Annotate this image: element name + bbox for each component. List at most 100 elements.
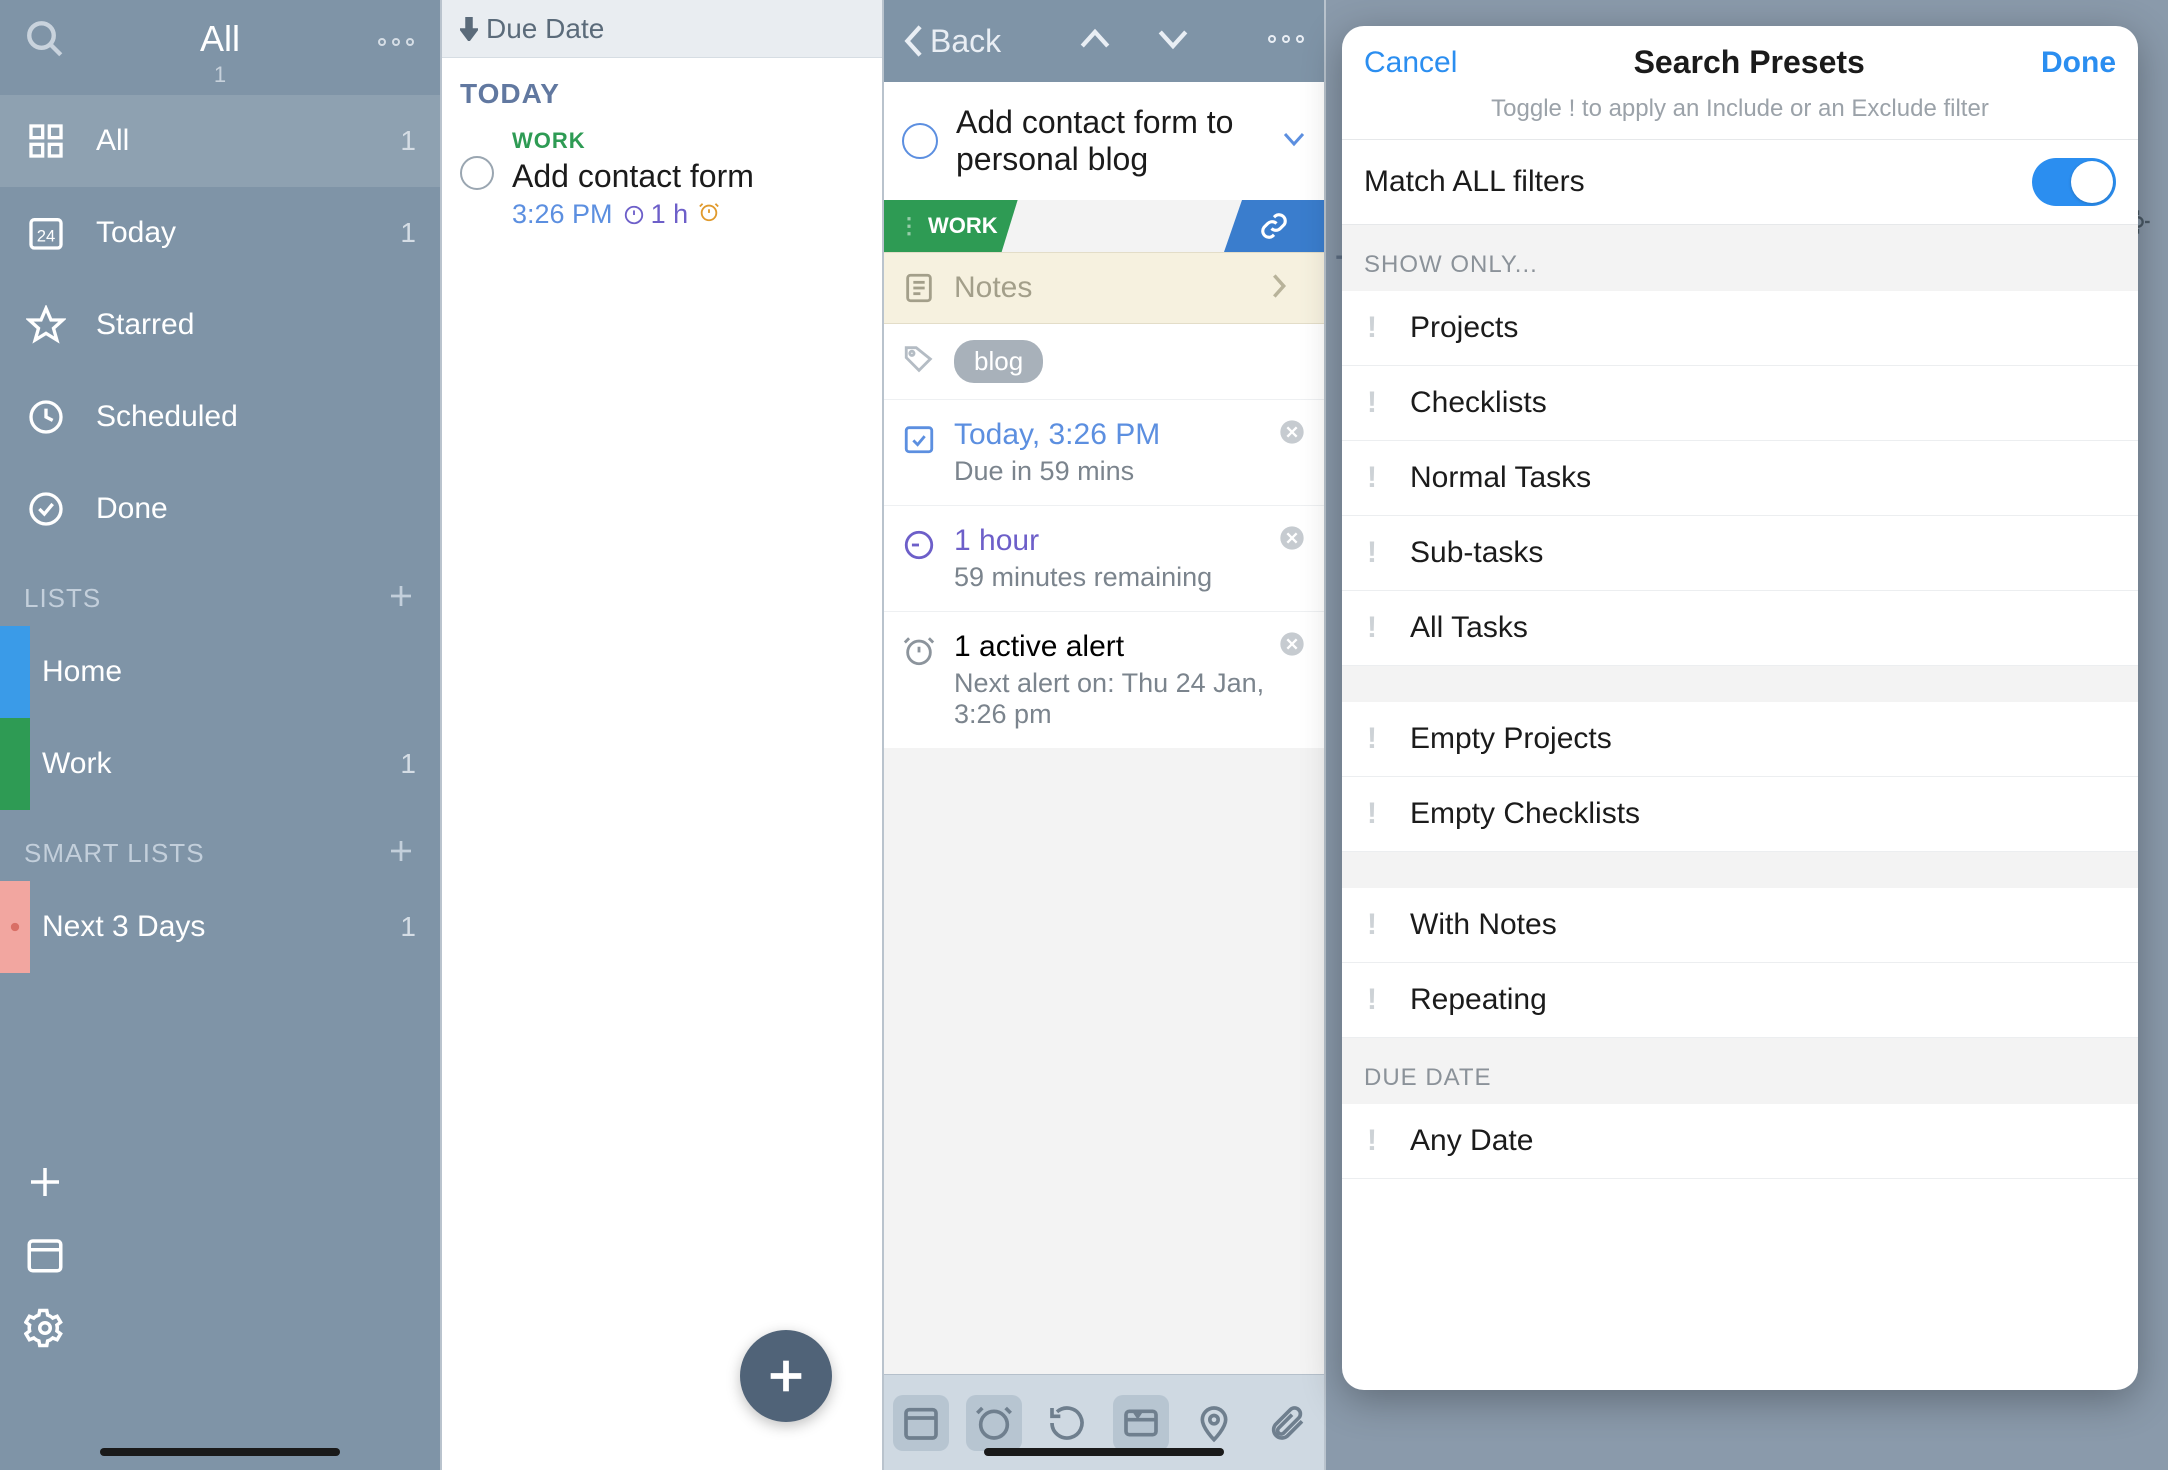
bang-toggle[interactable]: ! (1364, 311, 1380, 345)
search-presets-modal: Cancel Search Presets Done Toggle ! to a… (1342, 26, 2138, 1390)
toolbar-clock-icon[interactable] (966, 1395, 1022, 1451)
task-tag: WORK (512, 128, 864, 154)
due-date-row[interactable]: Today, 3:26 PM Due in 59 mins (884, 399, 1324, 505)
notes-row[interactable]: Notes (884, 252, 1324, 324)
notes-placeholder: Notes (954, 271, 1270, 305)
nav-label: All (96, 124, 400, 158)
calendar-day-icon: 24 (24, 211, 68, 255)
toolbar-action-icon[interactable] (1113, 1395, 1169, 1451)
preset-empty-checklists[interactable]: !Empty Checklists (1342, 777, 2138, 852)
preset-with-notes[interactable]: !With Notes (1342, 888, 2138, 963)
tag-icon (902, 342, 954, 381)
alert-sub: Next alert on: Thu 24 Jan, 3:26 pm (954, 668, 1278, 730)
star-icon (24, 303, 68, 347)
task-detail-title[interactable]: Add contact form to personal blog (956, 104, 1282, 178)
bang-toggle[interactable]: ! (1364, 983, 1380, 1017)
bang-toggle[interactable]: ! (1364, 611, 1380, 645)
preset-repeating[interactable]: !Repeating (1342, 963, 2138, 1038)
toolbar-attachment-icon[interactable] (1259, 1395, 1315, 1451)
lists-header: LISTS (24, 583, 101, 614)
nav-starred[interactable]: Starred (0, 279, 440, 371)
list-home[interactable]: Home (0, 626, 440, 718)
nav-done[interactable]: Done (0, 463, 440, 555)
expand-icon[interactable] (1282, 130, 1306, 153)
add-button[interactable] (24, 1161, 416, 1208)
alarm-icon (902, 634, 936, 673)
task-time: 3:26 PM (512, 199, 613, 230)
complete-checkbox[interactable] (460, 156, 494, 190)
preset-empty-projects[interactable]: !Empty Projects (1342, 702, 2138, 777)
duration-row[interactable]: 1 hour 59 minutes remaining (884, 505, 1324, 611)
toolbar-repeat-icon[interactable] (1039, 1395, 1095, 1451)
nav-all[interactable]: All 1 (0, 95, 440, 187)
nav-count: 1 (400, 125, 416, 157)
match-all-toggle[interactable] (2032, 158, 2116, 206)
list-label: Work (30, 747, 400, 781)
prev-task-button[interactable] (1078, 26, 1112, 57)
toolbar-location-icon[interactable] (1186, 1395, 1242, 1451)
complete-checkbox[interactable] (902, 123, 938, 159)
check-circle-icon (24, 487, 68, 531)
home-indicator (984, 1448, 1224, 1456)
add-list-button[interactable] (386, 581, 416, 616)
alert-title: 1 active alert (954, 630, 1278, 664)
calendar-icon[interactable] (24, 1234, 416, 1281)
nav-today[interactable]: 24 Today 1 (0, 187, 440, 279)
preset-projects[interactable]: !Projects (1342, 291, 2138, 366)
modal-title: Search Presets (1634, 44, 1865, 81)
list-tag-work[interactable]: WORK (884, 200, 1018, 252)
modal-hint: Toggle ! to apply an Include or an Exclu… (1342, 95, 2138, 139)
bang-toggle[interactable]: ! (1364, 536, 1380, 570)
clear-duration-button[interactable] (1278, 524, 1306, 557)
link-chip-icon[interactable] (1224, 200, 1324, 252)
next-task-button[interactable] (1156, 26, 1190, 57)
task-duration: 1 h (623, 199, 689, 230)
search-icon[interactable] (24, 18, 66, 65)
bang-toggle[interactable]: ! (1364, 797, 1380, 831)
nav-label: Today (96, 216, 400, 250)
tag-pill[interactable]: blog (954, 340, 1043, 383)
cancel-button[interactable]: Cancel (1364, 46, 1457, 80)
list-label: Home (30, 655, 416, 689)
list-work[interactable]: Work 1 (0, 718, 440, 810)
bang-toggle[interactable]: ! (1364, 386, 1380, 420)
nav-count: 1 (400, 217, 416, 249)
sort-label: Due Date (486, 13, 604, 45)
alert-row[interactable]: 1 active alert Next alert on: Thu 24 Jan… (884, 611, 1324, 748)
bang-toggle[interactable]: ! (1364, 908, 1380, 942)
done-button[interactable]: Done (2041, 46, 2116, 80)
smart-lists-header: SMART LISTS (24, 838, 205, 869)
nav-label: Scheduled (96, 400, 416, 434)
due-title: Today, 3:26 PM (954, 418, 1278, 452)
list-count: 1 (400, 748, 416, 780)
preset-normal-tasks[interactable]: !Normal Tasks (1342, 441, 2138, 516)
clear-alert-button[interactable] (1278, 630, 1306, 663)
sort-bar[interactable]: Due Date (442, 0, 882, 58)
list-color-chip (0, 626, 30, 718)
header-title: All (200, 18, 240, 60)
chevron-right-icon (1270, 272, 1306, 305)
preset-all-tasks[interactable]: !All Tasks (1342, 591, 2138, 666)
list-color-chip (0, 718, 30, 810)
add-smart-list-button[interactable] (386, 836, 416, 871)
clear-due-button[interactable] (1278, 418, 1306, 451)
smart-next-3-days[interactable]: Next 3 Days 1 (0, 881, 440, 973)
bang-toggle[interactable]: ! (1364, 722, 1380, 756)
more-icon[interactable] (376, 34, 416, 55)
notes-icon (902, 271, 936, 305)
bang-toggle[interactable]: ! (1364, 1124, 1380, 1158)
gear-chip-icon (0, 881, 30, 973)
add-task-fab[interactable] (740, 1330, 832, 1422)
toolbar-calendar-icon[interactable] (893, 1395, 949, 1451)
duration-title: 1 hour (954, 524, 1278, 558)
task-row[interactable]: WORK Add contact form 3:26 PM 1 h (442, 118, 882, 248)
preset-checklists[interactable]: !Checklists (1342, 366, 2138, 441)
bang-toggle[interactable]: ! (1364, 461, 1380, 495)
back-button[interactable]: Back (902, 23, 1001, 60)
preset-any-date[interactable]: !Any Date (1342, 1104, 2138, 1179)
tags-row[interactable]: blog (884, 324, 1324, 399)
nav-scheduled[interactable]: Scheduled (0, 371, 440, 463)
settings-icon[interactable] (24, 1307, 416, 1354)
preset-sub-tasks[interactable]: !Sub-tasks (1342, 516, 2138, 591)
detail-more-icon[interactable] (1266, 32, 1306, 51)
